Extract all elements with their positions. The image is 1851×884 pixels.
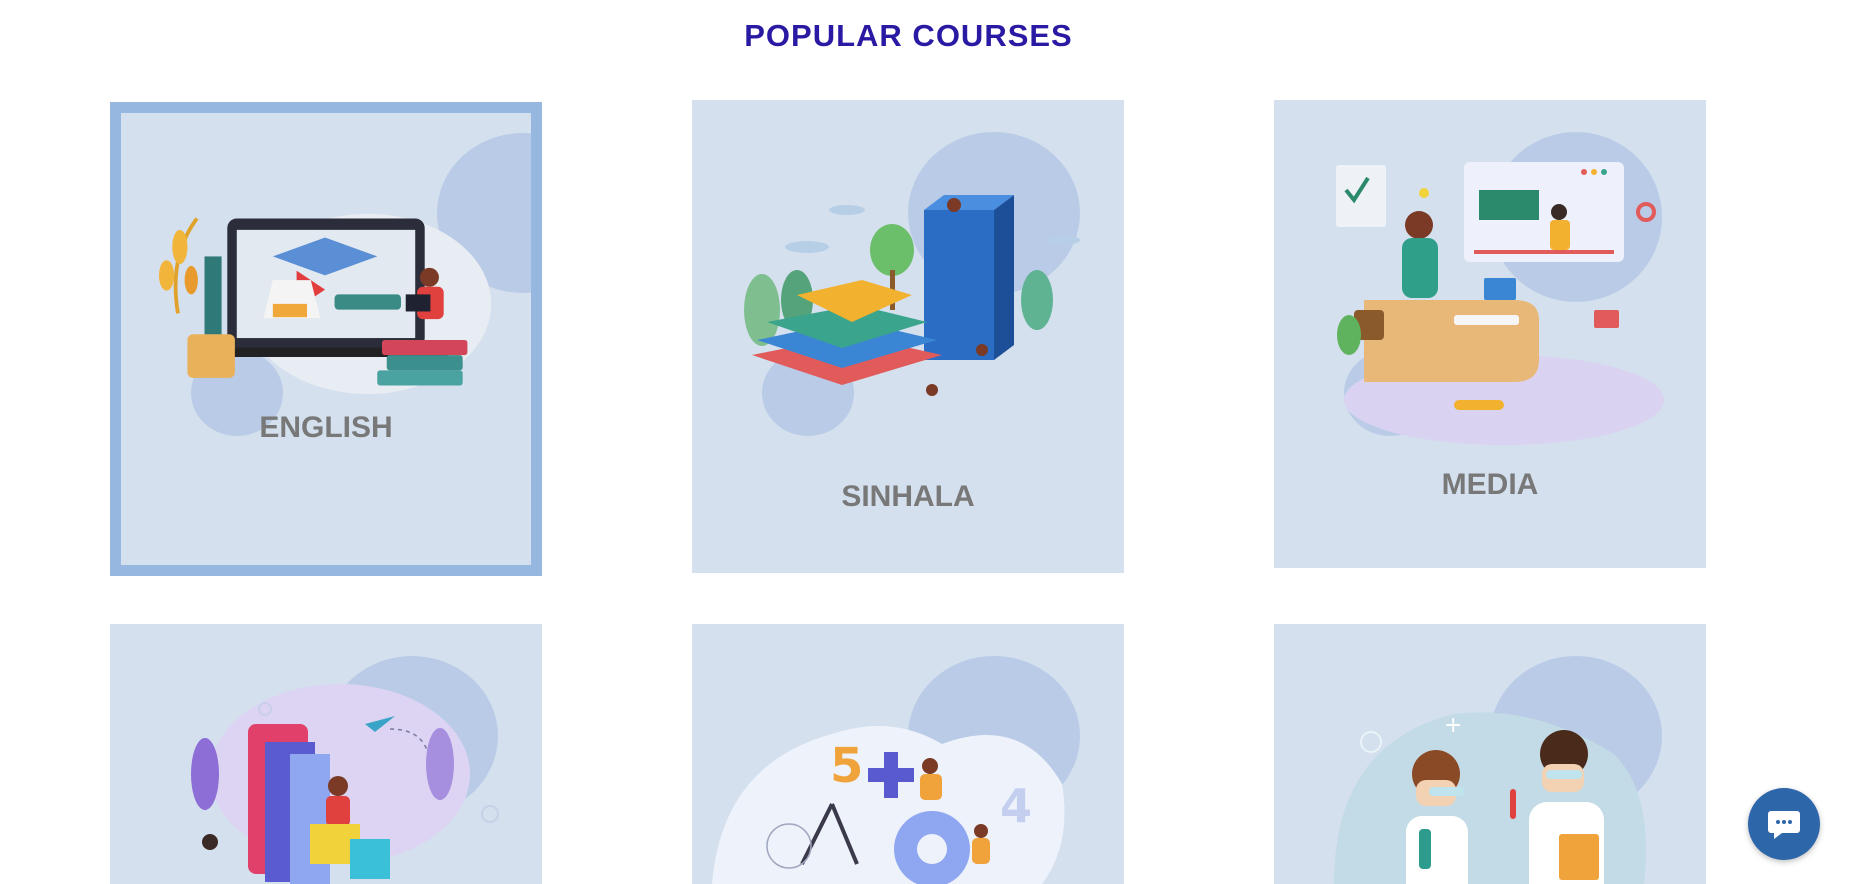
science-lab-illustration: + — [1334, 712, 1646, 884]
page-title: POPULAR COURSES — [744, 18, 1073, 53]
course-label: SINHALA — [841, 480, 975, 513]
svg-text:5: 5 — [830, 738, 863, 794]
online-learning-illustration — [158, 213, 492, 395]
chat-bubble-icon — [1768, 811, 1800, 839]
course-label: MEDIA — [1441, 468, 1539, 501]
mathematics-illustration: 5 4 — [712, 726, 1065, 884]
reading-illustration — [191, 684, 499, 884]
course-label: ENGLISH — [259, 411, 393, 444]
chat-button[interactable] — [1748, 788, 1820, 860]
course-card-5[interactable]: 5 4 — [692, 624, 1124, 884]
course-card-media[interactable]: MEDIA — [1274, 100, 1706, 568]
svg-text:4: 4 — [1000, 779, 1032, 833]
course-card-6[interactable]: + — [1274, 624, 1706, 884]
svg-text:+: + — [1444, 713, 1462, 738]
course-card-4[interactable] — [110, 624, 542, 884]
course-card-english[interactable]: ENGLISH — [110, 102, 542, 576]
course-card-sinhala[interactable]: SINHALA — [692, 100, 1124, 573]
